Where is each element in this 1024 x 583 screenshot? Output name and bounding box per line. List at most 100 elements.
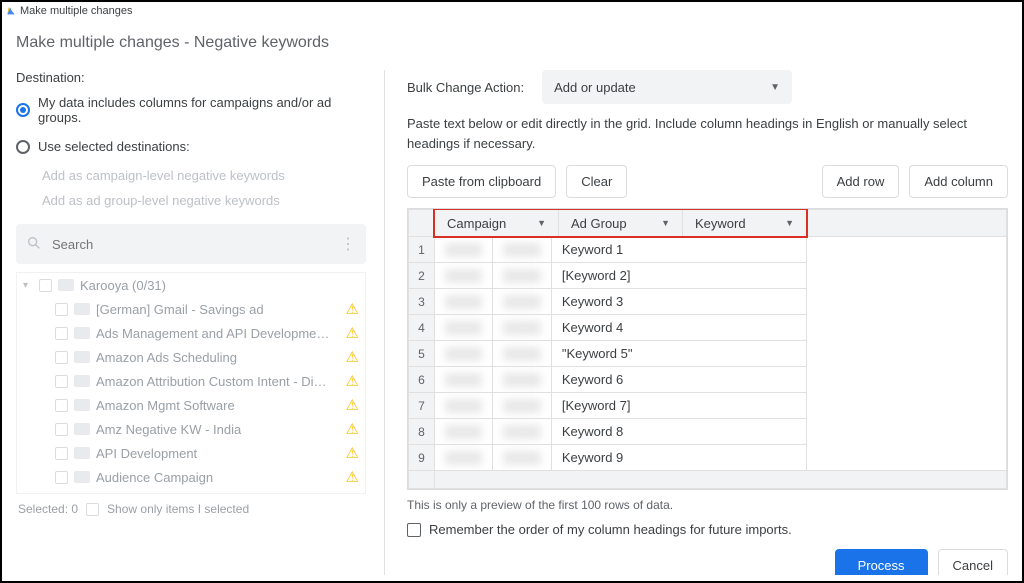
checkbox[interactable] bbox=[55, 423, 68, 436]
campaign-icon bbox=[74, 327, 90, 339]
radio-icon bbox=[16, 140, 30, 154]
keyword-cell[interactable]: Keyword 8 bbox=[551, 419, 806, 445]
keyword-cell[interactable]: Keyword 4 bbox=[551, 315, 806, 341]
warning-icon: ⚠ bbox=[346, 468, 359, 486]
checkbox[interactable] bbox=[55, 447, 68, 460]
column-header-keyword[interactable]: Keyword▼ bbox=[682, 210, 806, 236]
keyword-cell[interactable]: Keyword 3 bbox=[551, 289, 806, 315]
search-icon bbox=[26, 235, 42, 254]
destination-radio-columns[interactable]: My data includes columns for campaigns a… bbox=[16, 95, 366, 125]
tree-item-label: API Development bbox=[96, 446, 340, 461]
redacted-cell bbox=[503, 295, 540, 309]
warning-icon: ⚠ bbox=[346, 348, 359, 366]
destination-label: Destination: bbox=[16, 70, 366, 85]
destination-sub-campaign: Add as campaign-level negative keywords bbox=[42, 168, 366, 183]
keyword-cell[interactable]: [Keyword 2] bbox=[551, 263, 806, 289]
process-button[interactable]: Process bbox=[835, 549, 928, 575]
warning-icon: ⚠ bbox=[346, 324, 359, 342]
radio-icon bbox=[16, 103, 30, 117]
checkbox[interactable] bbox=[55, 327, 68, 340]
radio-label: My data includes columns for campaigns a… bbox=[38, 95, 366, 125]
campaign-icon bbox=[74, 447, 90, 459]
search-box[interactable]: ⋮ bbox=[16, 224, 366, 264]
checkbox[interactable] bbox=[407, 523, 421, 537]
showonly-label: Show only items I selected bbox=[107, 502, 249, 516]
redacted-cell bbox=[503, 243, 540, 257]
bulk-action-label: Bulk Change Action: bbox=[407, 80, 524, 95]
bulk-action-value: Add or update bbox=[554, 80, 636, 95]
cancel-button[interactable]: Cancel bbox=[938, 549, 1008, 575]
campaign-icon bbox=[74, 399, 90, 411]
campaign-icon bbox=[74, 423, 90, 435]
remember-checkbox-row[interactable]: Remember the order of my column headings… bbox=[407, 522, 1008, 537]
keyword-cell[interactable]: Keyword 1 bbox=[551, 237, 806, 263]
search-input[interactable] bbox=[52, 237, 330, 252]
tree-item[interactable]: [German] Gmail - Savings ad⚠ bbox=[17, 297, 365, 321]
redacted-cell bbox=[445, 373, 482, 387]
checkbox[interactable] bbox=[55, 303, 68, 316]
keyword-cell[interactable]: Keyword 9 bbox=[551, 445, 806, 471]
tree-item-label: [German] Gmail - Savings ad bbox=[96, 302, 340, 317]
tree-item-label: Amazon Ads Scheduling bbox=[96, 350, 340, 365]
redacted-cell bbox=[445, 321, 482, 335]
destination-sub-adgroup: Add as ad group-level negative keywords bbox=[42, 193, 366, 208]
checkbox[interactable] bbox=[39, 279, 52, 292]
column-header-campaign[interactable]: Campaign▼ bbox=[435, 210, 558, 236]
empty-column bbox=[807, 237, 1007, 471]
checkbox[interactable] bbox=[55, 471, 68, 484]
bulk-action-select[interactable]: Add or update ▼ bbox=[542, 70, 792, 104]
bulk-instructions: Paste text below or edit directly in the… bbox=[407, 114, 1008, 153]
tree-item[interactable]: Amazon Attribution Custom Intent - Di…⚠ bbox=[17, 369, 365, 393]
keyword-cell[interactable]: [Keyword 7] bbox=[551, 393, 806, 419]
redacted-cell bbox=[503, 451, 540, 465]
paste-button[interactable]: Paste from clipboard bbox=[407, 165, 556, 198]
page-title: Make multiple changes - Negative keyword… bbox=[16, 34, 1008, 52]
radio-label: Use selected destinations: bbox=[38, 139, 190, 154]
corner-cell bbox=[409, 210, 435, 237]
chevron-down-icon: ▼ bbox=[785, 218, 794, 228]
tree-item[interactable]: Amazon Ads Scheduling ⚠ bbox=[17, 345, 365, 369]
redacted-cell bbox=[503, 425, 540, 439]
data-grid[interactable]: Campaign▼ Ad Group▼ Keyword▼ 1Keyword 1 … bbox=[407, 208, 1008, 490]
redacted-cell bbox=[503, 321, 540, 335]
tree-item[interactable]: Ads Management and API Developme… ⚠ bbox=[17, 321, 365, 345]
destination-radio-selected[interactable]: Use selected destinations: bbox=[16, 139, 366, 154]
tree-item-label: Ads Management and API Developme… bbox=[96, 326, 340, 341]
tree-item-label: Amazon Mgmt Software bbox=[96, 398, 340, 413]
keyword-cell[interactable]: Keyword 6 bbox=[551, 367, 806, 393]
redacted-cell bbox=[445, 425, 482, 439]
chevron-down-icon[interactable]: ▾ bbox=[23, 280, 33, 291]
app-logo-icon bbox=[6, 6, 16, 16]
campaign-icon bbox=[74, 351, 90, 363]
more-icon[interactable]: ⋮ bbox=[340, 234, 356, 254]
add-row-button[interactable]: Add row bbox=[822, 165, 900, 198]
account-icon bbox=[58, 279, 74, 291]
campaign-tree[interactable]: ▾ Karooya (0/31) [German] Gmail - Saving… bbox=[16, 272, 366, 494]
showonly-checkbox[interactable] bbox=[86, 503, 99, 516]
redacted-cell bbox=[445, 243, 482, 257]
tree-item[interactable]: API Development⚠ bbox=[17, 441, 365, 465]
tree-item-label: Audience Campaign bbox=[96, 470, 340, 485]
window-title: Make multiple changes bbox=[20, 5, 133, 17]
checkbox[interactable] bbox=[55, 375, 68, 388]
table-row[interactable]: 1Keyword 1 bbox=[409, 237, 1007, 263]
add-column-button[interactable]: Add column bbox=[909, 165, 1008, 198]
blank-row bbox=[409, 471, 1007, 489]
checkbox[interactable] bbox=[55, 351, 68, 364]
redacted-cell bbox=[503, 373, 540, 387]
redacted-cell bbox=[445, 269, 482, 283]
tree-item[interactable]: Amazon Mgmt Software⚠ bbox=[17, 393, 365, 417]
redacted-cell bbox=[445, 347, 482, 361]
tree-item[interactable]: Audience Campaign ⚠ bbox=[17, 465, 365, 489]
tree-item[interactable]: Amz Negative KW - India⚠ bbox=[17, 417, 365, 441]
chevron-down-icon: ▼ bbox=[537, 218, 546, 228]
tree-root[interactable]: ▾ Karooya (0/31) bbox=[17, 273, 365, 297]
keyword-cell[interactable]: "Keyword 5" bbox=[551, 341, 806, 367]
chevron-down-icon: ▼ bbox=[770, 82, 780, 93]
tree-item-label: Amz Negative KW - India bbox=[96, 422, 340, 437]
campaign-icon bbox=[74, 375, 90, 387]
clear-button[interactable]: Clear bbox=[566, 165, 627, 198]
column-header-adgroup[interactable]: Ad Group▼ bbox=[558, 210, 682, 236]
tree-item-label: Amazon Attribution Custom Intent - Di… bbox=[96, 374, 340, 389]
checkbox[interactable] bbox=[55, 399, 68, 412]
